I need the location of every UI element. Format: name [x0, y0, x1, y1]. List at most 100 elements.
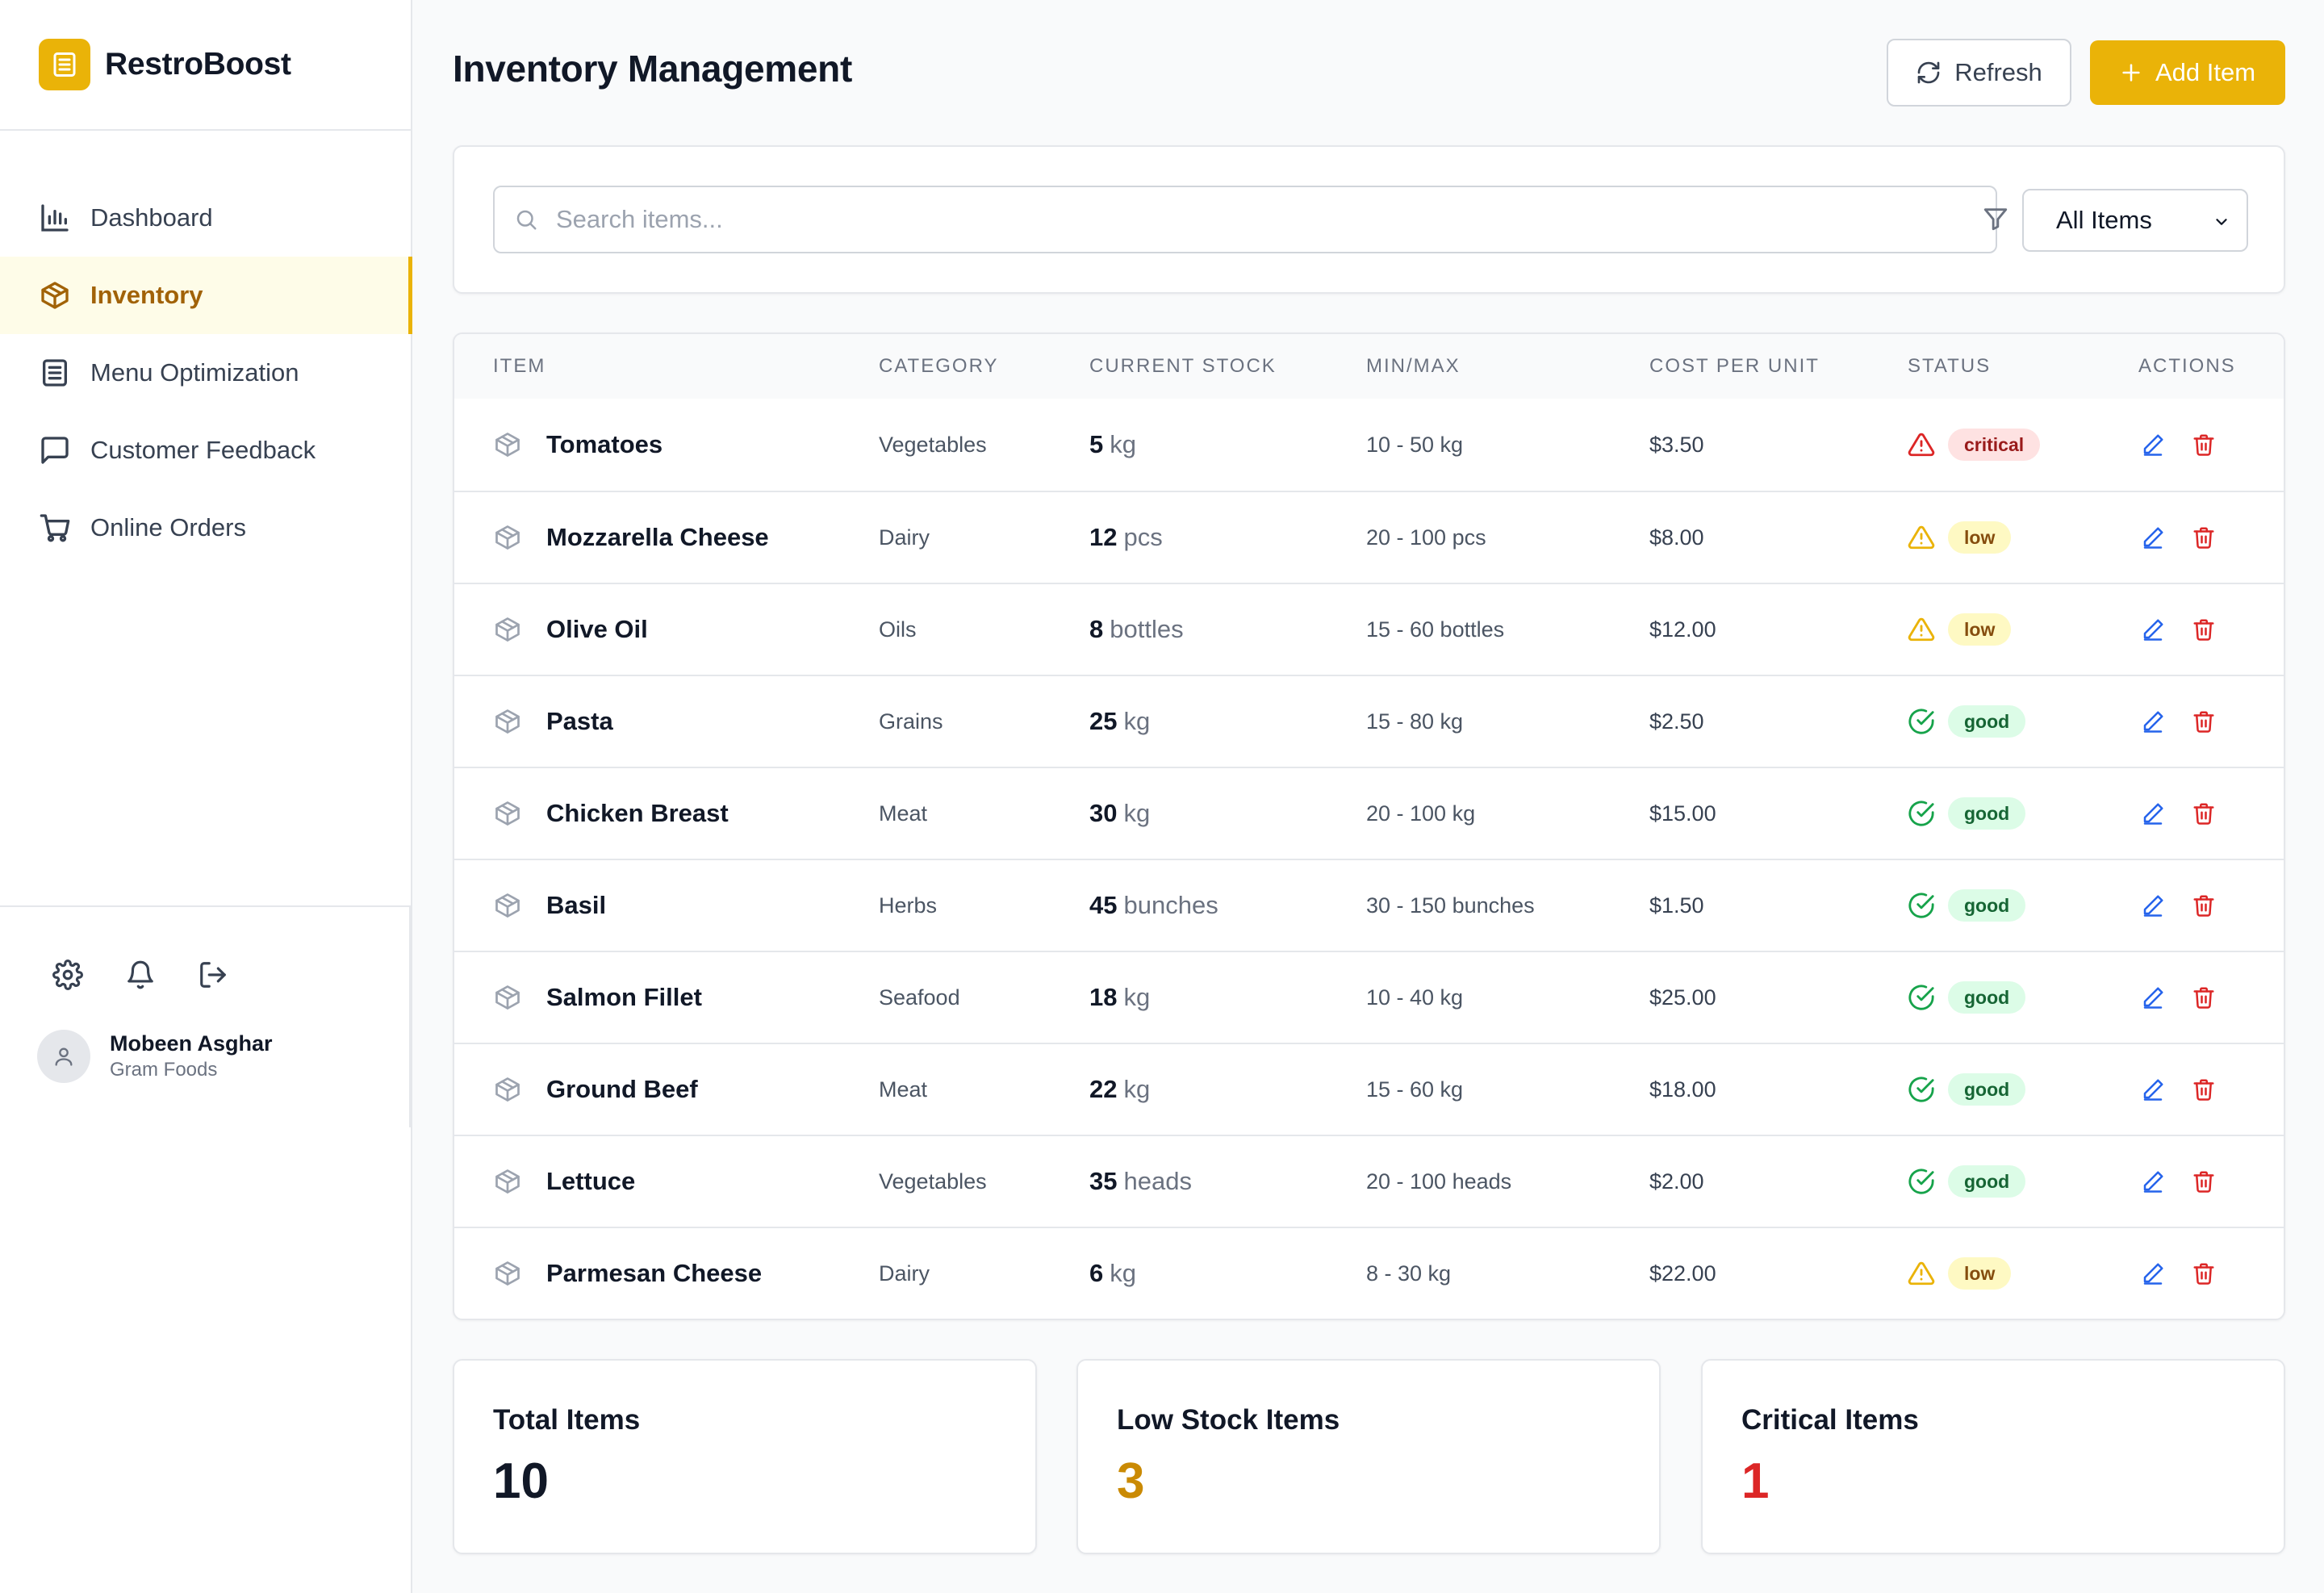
status-filter-select[interactable]: All Items	[2022, 189, 2248, 252]
stock-unit: kg	[1123, 983, 1151, 1011]
edit-icon[interactable]	[2138, 615, 2167, 644]
cost-per-unit: $18.00	[1649, 1077, 1716, 1102]
check-circle-icon	[1908, 984, 1935, 1011]
settings-icon[interactable]	[50, 957, 86, 993]
stock-quantity: 30	[1089, 799, 1118, 827]
delete-icon[interactable]	[2189, 615, 2218, 644]
edit-icon[interactable]	[2138, 707, 2167, 736]
table-row: Tomatoes Vegetables 5 kg 10 - 50 kg $3.50 crit…	[454, 399, 2284, 491]
cost-per-unit: $2.50	[1649, 709, 1704, 734]
bell-icon[interactable]	[123, 957, 158, 993]
search-input[interactable]	[556, 205, 1928, 234]
restroboost-logo-icon	[39, 39, 90, 90]
search-filter-card: All Items	[453, 145, 2285, 294]
package-icon	[493, 1259, 522, 1288]
delete-icon[interactable]	[2189, 707, 2218, 736]
search-icon	[514, 207, 538, 232]
edit-icon[interactable]	[2138, 983, 2167, 1012]
delete-icon[interactable]	[2189, 1259, 2218, 1288]
column-header-current-stock: CURRENT STOCK	[1089, 355, 1277, 377]
alert-triangle-icon	[1908, 524, 1935, 551]
cost-per-unit: $2.00	[1649, 1169, 1704, 1194]
row-actions	[2138, 615, 2218, 644]
item-cell: Olive Oil	[493, 615, 648, 644]
delete-icon[interactable]	[2189, 430, 2218, 459]
item-name: Lettuce	[546, 1167, 636, 1195]
item-cell: Chicken Breast	[493, 799, 729, 828]
sidebar-item-inventory[interactable]: Inventory	[0, 257, 412, 334]
delete-icon[interactable]	[2189, 983, 2218, 1012]
table-row: Chicken Breast Meat 30 kg 20 - 100 kg $15.00 g…	[454, 767, 2284, 859]
stock-quantity: 8	[1089, 615, 1104, 643]
user-profile[interactable]: Mobeen Asghar Gram Foods	[0, 993, 409, 1083]
stock-quantity: 45	[1089, 891, 1118, 919]
row-actions	[2138, 707, 2218, 736]
sidebar-item-online-orders[interactable]: Online Orders	[0, 489, 411, 567]
inventory-table: ITEM CATEGORY CURRENT STOCK MIN/MAX COST…	[453, 332, 2285, 1320]
edit-icon[interactable]	[2138, 1167, 2167, 1196]
filter-icon[interactable]	[1982, 205, 2009, 232]
item-category: Dairy	[879, 525, 930, 550]
item-category: Seafood	[879, 985, 960, 1010]
current-stock: 25 kg	[1089, 707, 1150, 736]
utility-bar	[0, 907, 409, 993]
search-field[interactable]	[493, 186, 1997, 253]
stock-unit: bottles	[1110, 615, 1184, 643]
item-category: Dairy	[879, 1261, 930, 1286]
item-cell: Salmon Fillet	[493, 983, 702, 1012]
logout-icon[interactable]	[195, 957, 231, 993]
edit-icon[interactable]	[2138, 430, 2167, 459]
item-name: Olive Oil	[546, 615, 648, 643]
min-max-range: 20 - 100 kg	[1366, 801, 1476, 826]
avatar	[37, 1030, 90, 1083]
sidebar-item-menu-optimization[interactable]: Menu Optimization	[0, 334, 411, 412]
item-category: Vegetables	[879, 432, 987, 457]
status-badge: good	[1948, 889, 2026, 922]
stock-quantity: 12	[1089, 523, 1118, 551]
delete-icon[interactable]	[2189, 891, 2218, 920]
min-max-range: 10 - 40 kg	[1366, 985, 1464, 1010]
sidebar-item-label: Menu Optimization	[90, 358, 299, 387]
min-max-range: 20 - 100 pcs	[1366, 525, 1486, 550]
delete-icon[interactable]	[2189, 799, 2218, 828]
check-circle-icon	[1908, 1168, 1935, 1195]
stock-unit: pcs	[1123, 523, 1163, 551]
stock-unit: heads	[1123, 1167, 1192, 1195]
current-stock: 22 kg	[1089, 1075, 1150, 1104]
stat-label: Critical Items	[1741, 1404, 1919, 1436]
package-icon	[493, 891, 522, 920]
status-badge: low	[1948, 1257, 2012, 1290]
stock-unit: kg	[1110, 430, 1136, 458]
edit-icon[interactable]	[2138, 799, 2167, 828]
status-cell: low	[1908, 1257, 2012, 1290]
current-stock: 45 bunches	[1089, 891, 1218, 920]
sidebar-item-customer-feedback[interactable]: Customer Feedback	[0, 412, 411, 489]
add-item-label: Add Item	[2155, 58, 2256, 86]
delete-icon[interactable]	[2189, 1167, 2218, 1196]
min-max-range: 10 - 50 kg	[1366, 432, 1464, 457]
edit-icon[interactable]	[2138, 1075, 2167, 1104]
delete-icon[interactable]	[2189, 523, 2218, 552]
cost-per-unit: $1.50	[1649, 893, 1704, 918]
delete-icon[interactable]	[2189, 1075, 2218, 1104]
add-item-button[interactable]: Add Item	[2090, 40, 2285, 105]
current-stock: 35 heads	[1089, 1167, 1192, 1196]
message-square-icon	[39, 434, 71, 466]
table-row: Mozzarella Cheese Dairy 12 pcs 20 - 100 pcs $…	[454, 491, 2284, 583]
cost-per-unit: $3.50	[1649, 432, 1704, 457]
user-org: Gram Foods	[110, 1059, 218, 1081]
edit-icon[interactable]	[2138, 523, 2167, 552]
status-badge: good	[1948, 705, 2026, 738]
stat-value: 3	[1117, 1453, 1145, 1509]
edit-icon[interactable]	[2138, 1259, 2167, 1288]
sidebar-nav: Dashboard Inventory Menu Optimization Cu…	[0, 131, 412, 567]
refresh-button[interactable]: Refresh	[1887, 39, 2071, 107]
status-badge: good	[1948, 1165, 2026, 1198]
package-icon	[493, 799, 522, 828]
page-title: Inventory Management	[453, 48, 852, 90]
brand[interactable]: RestroBoost	[0, 0, 411, 131]
cost-per-unit: $25.00	[1649, 985, 1716, 1010]
sidebar-item-dashboard[interactable]: Dashboard	[0, 179, 411, 257]
edit-icon[interactable]	[2138, 891, 2167, 920]
package-icon	[39, 279, 71, 311]
